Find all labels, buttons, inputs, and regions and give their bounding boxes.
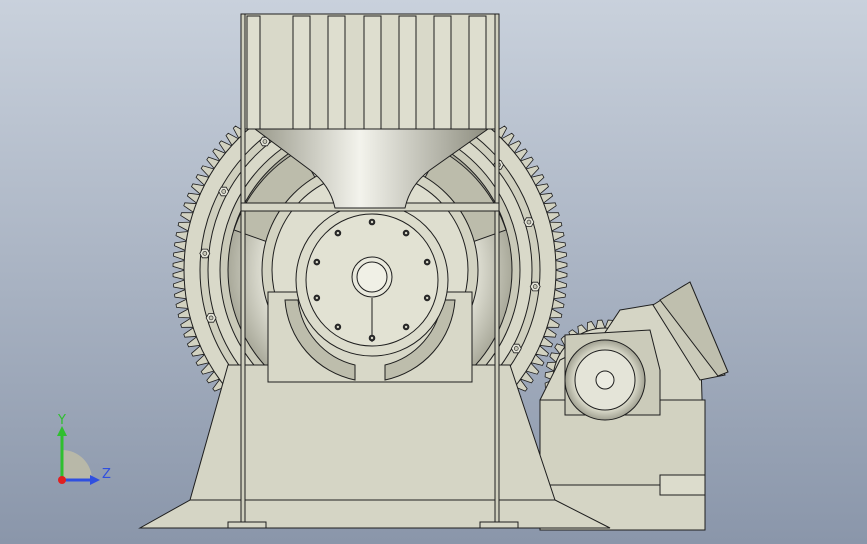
- flange-nut-hole: [526, 219, 532, 225]
- cover-bolt-center: [370, 336, 374, 340]
- flange-nut-hole: [513, 346, 519, 351]
- flange-nut-hole: [262, 139, 268, 144]
- x-axis-dot-icon: [58, 476, 66, 484]
- cad-viewport[interactable]: Y Z: [0, 0, 867, 544]
- end-cover-plate[interactable]: [295, 203, 449, 357]
- z-axis-label: Z: [102, 467, 111, 482]
- cover-bolt-center: [336, 325, 340, 329]
- y-axis-label: Y: [58, 413, 66, 428]
- model-scene[interactable]: [0, 0, 867, 544]
- hopper-rib: [468, 15, 487, 130]
- cover-bolt-center: [336, 231, 340, 235]
- z-axis-arrow-icon: [90, 475, 100, 485]
- hopper-rib: [246, 15, 261, 130]
- hopper-rib: [327, 15, 346, 130]
- cover-bolt-center: [404, 325, 408, 329]
- hopper-rib: [398, 15, 417, 130]
- flange-nut-hole: [221, 189, 227, 194]
- cover-bolt-center: [315, 260, 319, 264]
- cover-bolt-center: [404, 231, 408, 235]
- flange-nut-hole: [202, 251, 208, 256]
- triad-plane: [62, 450, 92, 480]
- cover-bolt-center: [425, 260, 429, 264]
- flange-nut-hole: [532, 284, 538, 289]
- cover-bolt-center: [425, 296, 429, 300]
- coordinate-triad: Y Z: [48, 414, 118, 490]
- hopper-rib: [363, 15, 382, 130]
- hopper-rib: [292, 15, 311, 130]
- cover-bolt-center: [315, 296, 319, 300]
- flange-nut-hole: [208, 315, 214, 321]
- hopper-rib: [433, 15, 452, 130]
- cover-bolt-center: [370, 220, 374, 224]
